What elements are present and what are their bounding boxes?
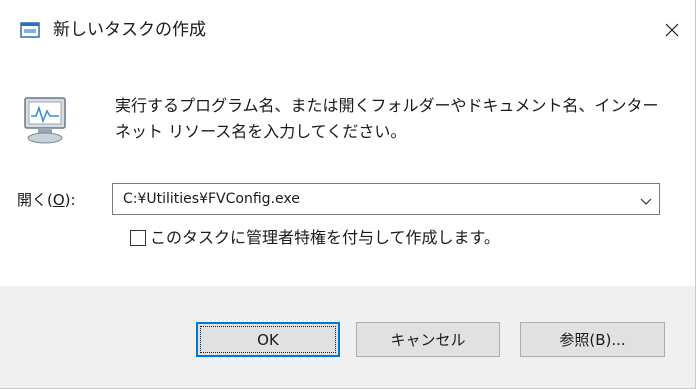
cancel-button-label: キャンセル xyxy=(390,331,466,349)
admin-privilege-checkbox[interactable] xyxy=(130,230,146,246)
open-field-label: 開く(O): xyxy=(17,189,76,211)
focus-ring xyxy=(200,326,336,353)
open-label-accelerator: O xyxy=(52,191,65,209)
open-input[interactable] xyxy=(113,184,623,214)
ok-button[interactable]: OK xyxy=(196,322,340,357)
admin-privilege-label[interactable]: このタスクに管理者特権を付与して作成します。 xyxy=(150,227,500,249)
close-icon xyxy=(664,22,680,38)
admin-privilege-option[interactable]: このタスクに管理者特権を付与して作成します。 xyxy=(130,227,500,249)
run-description: 実行するプログラム名、または開くフォルダーやドキュメント名、インター ネット リ… xyxy=(115,93,675,145)
open-combobox[interactable] xyxy=(112,183,660,215)
chevron-down-icon[interactable] xyxy=(639,193,653,205)
open-label-prefix: 開く( xyxy=(17,191,53,209)
description-line-2: ネット リソース名を入力してください。 xyxy=(115,122,407,141)
create-new-task-dialog: 新しいタスクの作成 実行するプログラム名、または開くフォルダーやドキュメント名、… xyxy=(0,0,696,389)
run-dialog-icon xyxy=(20,22,40,38)
browse-button[interactable]: 参照(B)... xyxy=(520,322,665,357)
open-label-suffix: ): xyxy=(64,191,76,209)
close-button[interactable] xyxy=(649,0,695,60)
title-bar: 新しいタスクの作成 xyxy=(0,0,695,60)
window-title: 新しいタスクの作成 xyxy=(53,20,206,40)
cancel-button[interactable]: キャンセル xyxy=(356,322,500,357)
run-program-monitor-icon xyxy=(22,96,72,146)
description-line-1: 実行するプログラム名、または開くフォルダーやドキュメント名、インター xyxy=(115,96,659,115)
browse-button-label: 参照(B)... xyxy=(559,331,626,349)
